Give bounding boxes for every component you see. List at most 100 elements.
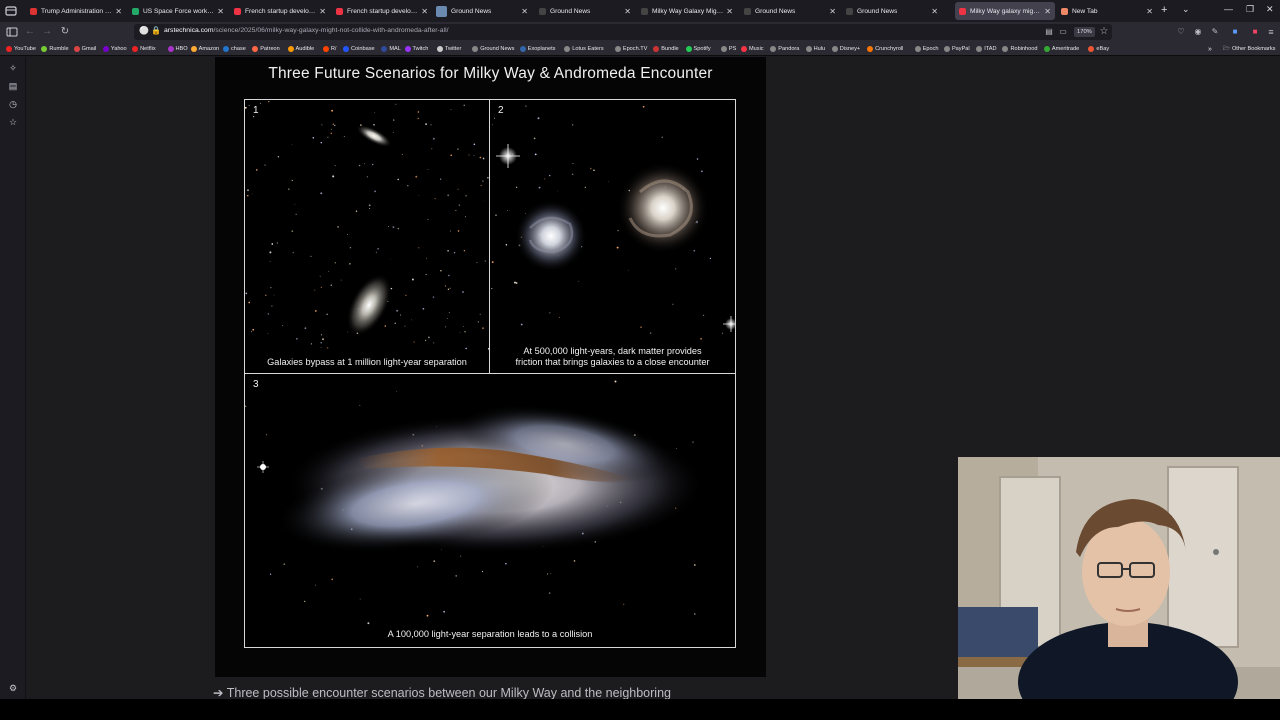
chevron-down-icon[interactable]: ⌄: [1182, 4, 1190, 15]
close-window-icon[interactable]: ✕: [1266, 4, 1274, 15]
tab-title: Ground News: [755, 7, 796, 15]
account-icon[interactable]: ◉: [1191, 25, 1205, 39]
app-menu-icon[interactable]: ≡: [1264, 25, 1278, 39]
bookmark-item[interactable]: Hulu: [805, 44, 825, 54]
picture-in-picture-icon[interactable]: ▭: [1056, 25, 1070, 39]
reader-view-icon[interactable]: ▤: [1042, 25, 1056, 39]
url-bar[interactable]: ⚪ 🔒 arstechnica.com/science/2025/06/milk…: [134, 24, 1112, 40]
star: [703, 314, 705, 316]
bookmarks-panel-icon[interactable]: ▤: [7, 80, 19, 92]
bookmark-item[interactable]: Twitch: [404, 44, 428, 54]
star-icon[interactable]: ☆: [7, 116, 19, 128]
firefox-view-icon[interactable]: [4, 4, 18, 18]
other-bookmarks[interactable]: 🗁 Other Bookmarks: [1223, 44, 1275, 54]
bookmark-item[interactable]: Disney+: [831, 44, 860, 54]
star: [477, 321, 479, 323]
forward-icon[interactable]: →: [40, 25, 54, 39]
chevron-double-right-icon[interactable]: »: [1208, 44, 1212, 54]
close-tab-icon[interactable]: ✕: [421, 7, 428, 16]
tab[interactable]: Ground News ✕: [432, 2, 532, 20]
tracking-shield-icon[interactable]: ⚪: [139, 26, 149, 35]
bookmark-item[interactable]: ITAD: [976, 44, 997, 54]
bookmark-item[interactable]: R/: [322, 44, 336, 54]
bookmark-item[interactable]: Lotus Eaters: [564, 44, 604, 54]
star: [457, 230, 460, 232]
bookmark-item[interactable]: YouTube: [6, 44, 36, 54]
url-text[interactable]: arstechnica.com/science/2025/06/milky-wa…: [164, 27, 448, 34]
bookmark-item[interactable]: Epoch: [914, 44, 939, 54]
tab[interactable]: Ground News ✕: [740, 2, 840, 20]
back-icon[interactable]: ←: [23, 25, 37, 39]
bookmark-item[interactable]: Twitter: [436, 44, 461, 54]
close-tab-icon[interactable]: ✕: [115, 7, 122, 16]
bookmark-item[interactable]: Crunchyroll: [867, 44, 903, 54]
bookmark-item[interactable]: PS: [720, 44, 736, 54]
history-icon[interactable]: ◷: [7, 98, 19, 110]
extension-badge-icon[interactable]: ■: [1228, 25, 1242, 39]
star: [269, 251, 272, 254]
bookmark-item[interactable]: Music: [741, 44, 764, 54]
bookmark-item[interactable]: Coinbase: [343, 44, 375, 54]
scenario-panel-2[interactable]: 2 At 500,000 light-years, dark matter pr…: [489, 99, 736, 374]
star: [493, 117, 495, 119]
bookmark-item[interactable]: Netflix: [132, 44, 156, 54]
minimize-icon[interactable]: —: [1224, 4, 1233, 14]
tab[interactable]: French startup developing ✕: [230, 2, 330, 20]
bookmark-item[interactable]: eBay: [1088, 44, 1109, 54]
bookmark-item[interactable]: Rumble: [41, 44, 69, 54]
star: [480, 185, 482, 186]
bookmark-item[interactable]: Pandora: [770, 44, 799, 54]
bookmark-item[interactable]: Spotify: [685, 44, 711, 54]
bookmark-star-icon[interactable]: ☆: [1097, 25, 1111, 39]
tab[interactable]: Trump Administration Revo✕: [26, 2, 126, 20]
bookmark-item[interactable]: Ameritrade: [1043, 44, 1079, 54]
bookmark-item[interactable]: Ground News: [472, 44, 514, 54]
bookmark-item[interactable]: chase: [222, 44, 246, 54]
close-tab-icon[interactable]: ✕: [1146, 7, 1153, 16]
close-tab-icon[interactable]: ✕: [726, 7, 733, 16]
reload-icon[interactable]: ↻: [58, 25, 72, 39]
star: [319, 275, 321, 277]
scenario-panel-3[interactable]: 3 A 100,000 light-year separation leads …: [244, 373, 736, 648]
tab[interactable]: Ground News ✕: [535, 2, 635, 20]
star: [347, 234, 348, 236]
tab[interactable]: Milky Way Galaxy Might No✕: [637, 2, 737, 20]
zoom-level-badge[interactable]: 170%: [1074, 27, 1095, 37]
bookmark-item[interactable]: MAL: [381, 44, 401, 54]
lock-icon[interactable]: 🔒: [151, 26, 161, 35]
bookmark-item[interactable]: Yahoo: [102, 44, 127, 54]
bookmark-item[interactable]: HBO: [167, 44, 188, 54]
tab-favicon-icon: [959, 7, 966, 15]
close-tab-icon[interactable]: ✕: [931, 7, 938, 16]
close-tab-icon[interactable]: ✕: [624, 7, 631, 16]
bookmark-item[interactable]: Amazon: [190, 44, 219, 54]
bookmark-item[interactable]: Audible: [287, 44, 314, 54]
extensions-icon[interactable]: ✎: [1208, 25, 1222, 39]
new-tab-icon[interactable]: +: [1161, 4, 1167, 16]
tab[interactable]: US Space Force working to✕: [128, 2, 228, 20]
star: [449, 287, 451, 289]
pocket-icon[interactable]: ♡: [1174, 25, 1188, 39]
tab[interactable]: New Tab ✕: [1057, 2, 1157, 20]
scenario-panel-1[interactable]: 1 Galaxies bypass at 1 million light-yea…: [244, 99, 490, 374]
bookmark-item[interactable]: Epoch.TV: [614, 44, 647, 54]
settings-icon[interactable]: ⚙: [7, 682, 19, 694]
bookmark-item[interactable]: Exoplanets: [519, 44, 555, 54]
bookmark-item[interactable]: Gmail: [73, 44, 96, 54]
bookmark-item[interactable]: Patreon: [252, 44, 280, 54]
tab[interactable]: Ground News ✕: [842, 2, 942, 20]
bookmark-item[interactable]: Robinhood: [1002, 44, 1038, 54]
close-tab-icon[interactable]: ✕: [829, 7, 836, 16]
extension-red-icon[interactable]: ■: [1248, 25, 1262, 39]
tab[interactable]: Milky Way galaxy might no ✕: [955, 2, 1055, 20]
close-tab-icon[interactable]: ✕: [319, 7, 326, 16]
bookmark-item[interactable]: PayPal: [943, 44, 970, 54]
ai-chatbot-icon[interactable]: ✧: [7, 62, 19, 74]
close-tab-icon[interactable]: ✕: [521, 7, 528, 16]
tab[interactable]: French startup developing ✕: [332, 2, 432, 20]
close-tab-icon[interactable]: ✕: [217, 7, 224, 16]
sidebar-toggle-icon[interactable]: [5, 25, 19, 39]
restore-icon[interactable]: ❐: [1246, 4, 1254, 15]
bookmark-item[interactable]: Bundle: [653, 44, 679, 54]
close-tab-icon[interactable]: ✕: [1044, 7, 1051, 16]
